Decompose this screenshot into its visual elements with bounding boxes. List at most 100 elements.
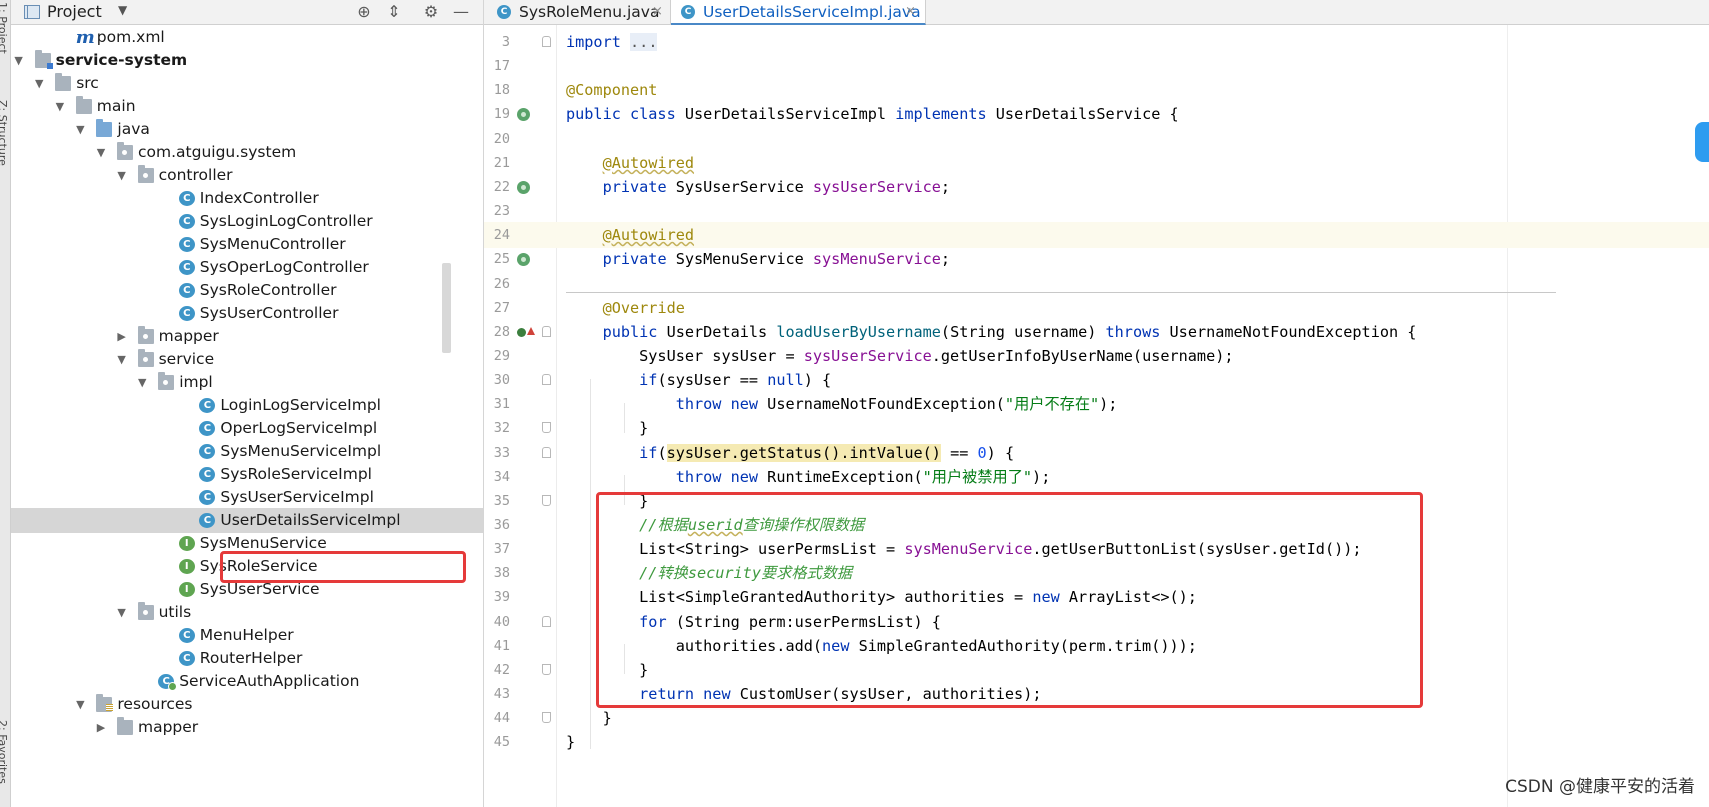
tree-item-impl[interactable]: ▼ impl [11,370,483,395]
locate-icon[interactable]: ⊕ [354,2,374,22]
code-line[interactable]: 29 SysUser sysUser = sysUserService.getU… [484,343,1709,369]
tree-item-routerhelper[interactable]: C RouterHelper [11,646,483,671]
code-line[interactable]: 28 public UserDetails loadUserByUsername… [484,319,1709,345]
code-line[interactable]: 18 @Component [484,77,1709,103]
code-line[interactable]: 21 @Autowired [484,150,1709,176]
tree-item-mapper[interactable]: ▶ mapper [11,715,483,740]
tree-item-sysuserservice[interactable]: I SysUserService [11,577,483,602]
tree-item-resources[interactable]: ▼ resources [11,692,483,717]
tree-item-java[interactable]: ▼ java [11,117,483,142]
code-line[interactable]: 43 return new CustomUser(sysUser, author… [484,681,1709,707]
code-line[interactable]: 31 throw new UsernameNotFoundException("… [484,391,1709,417]
code-line[interactable]: 44 } [484,705,1709,731]
code-line[interactable]: 37 List<String> userPermsList = sysMenuS… [484,536,1709,562]
tree-item-serviceauthapplication[interactable]: C ServiceAuthApplication [11,669,483,694]
gear-icon[interactable]: ⚙ [421,2,441,22]
tree-item-sysuserserviceimpl[interactable]: C SysUserServiceImpl [11,485,483,510]
fold-marker-icon[interactable] [542,36,551,47]
tree-item-com-atguigu-system[interactable]: ▼ com.atguigu.system [11,140,483,165]
tree-item-service[interactable]: ▼ service [11,347,483,372]
code-line[interactable]: 20 [484,126,1709,152]
tree-item-sysloginlogcontroller[interactable]: C SysLoginLogController [11,209,483,234]
tree-item-sysroleserviceimpl[interactable]: C SysRoleServiceImpl [11,462,483,487]
project-scrollbar[interactable] [442,263,451,353]
code-line[interactable]: 32 } [484,415,1709,441]
fold-marker-icon[interactable] [542,422,551,434]
code-line[interactable]: 30 if(sysUser == null) { [484,367,1709,393]
project-tool-tab[interactable]: 1: Project [0,2,10,62]
code-line[interactable]: 23 [484,198,1709,224]
expand-arrow-icon[interactable]: ▼ [115,347,129,372]
code-line[interactable]: 38 //转换security要求格式数据 [484,560,1709,586]
floating-side-tab[interactable] [1695,122,1709,162]
expand-arrow-icon[interactable]: ▼ [135,370,149,395]
tree-item-indexcontroller[interactable]: C IndexController [11,186,483,211]
tree-item-pom-xml[interactable]: m pom.xml [11,25,483,50]
favorites-tool-tab[interactable]: 2: Favorites [0,720,10,800]
code-line[interactable]: 3 import ... [484,29,1709,55]
tree-item-controller[interactable]: ▼ controller [11,163,483,188]
code-line[interactable]: 17 [484,53,1709,79]
spring-bean-gutter-icon[interactable] [517,253,530,267]
code-line[interactable]: 36 //根据userid查询操作权限数据 [484,512,1709,538]
expand-arrow-icon[interactable]: ▼ [53,94,67,119]
code-line[interactable]: 45} [484,729,1709,755]
expand-arrow-icon[interactable]: ▼ [73,692,87,717]
tree-item-operlogserviceimpl[interactable]: C OperLogServiceImpl [11,416,483,441]
fold-marker-icon[interactable] [542,446,551,458]
code-line[interactable]: 33 if(sysUser.getStatus().intValue() == … [484,440,1709,466]
tree-item-sysmenuservice[interactable]: I SysMenuService [11,531,483,556]
tree-item-sysusercontroller[interactable]: C SysUserController [11,301,483,326]
code-line[interactable]: 40 for (String perm:userPermsList) { [484,609,1709,635]
code-line[interactable]: 27 @Override [484,295,1709,321]
code-line[interactable]: 19 public class UserDetailsServiceImpl im… [484,101,1709,127]
expand-arrow-icon[interactable]: ▼ [115,600,129,625]
tree-item-mapper[interactable]: ▶ mapper [11,324,483,349]
close-icon[interactable]: × [905,0,916,24]
tab-userdetailsserviceimpl[interactable]: C UserDetailsServiceImpl.java × [671,0,926,25]
expand-arrow-icon[interactable]: ▼ [115,163,129,188]
fold-marker-icon[interactable] [542,615,551,627]
code-line[interactable]: 25 private SysMenuService sysMenuService… [484,246,1709,272]
code-line[interactable]: 22 private SysUserService sysUserService… [484,174,1709,200]
fold-marker-icon[interactable] [542,494,551,506]
spring-bean-gutter-icon[interactable] [517,180,530,194]
code-line[interactable]: 35 } [484,488,1709,514]
implements-gutter-icon[interactable] [517,326,535,337]
fold-marker-icon[interactable] [542,325,551,337]
tree-item-userdetailsserviceimpl[interactable]: C UserDetailsServiceImpl [11,508,483,533]
code-line[interactable]: 42 } [484,657,1709,683]
chevron-down-icon[interactable]: ▼ [118,3,127,17]
minimize-icon[interactable]: — [451,2,471,22]
structure-tool-tab[interactable]: Z: Structure [0,100,10,180]
spring-bean-gutter-icon[interactable] [517,108,530,122]
tab-sysrolemenu[interactable]: C SysRoleMenu.java × [484,0,671,24]
expand-arrow-icon[interactable]: ▼ [12,48,26,73]
tree-item-sysmenuserviceimpl[interactable]: C SysMenuServiceImpl [11,439,483,464]
tree-item-loginlogserviceimpl[interactable]: C LoginLogServiceImpl [11,393,483,418]
fold-marker-icon[interactable] [542,374,551,386]
tree-item-sysoperlogcontroller[interactable]: C SysOperLogController [11,255,483,280]
tree-item-sysrolecontroller[interactable]: C SysRoleController [11,278,483,303]
code-line[interactable]: 24 @Autowired [484,222,1709,249]
close-icon[interactable]: × [652,0,663,24]
project-panel-title[interactable]: Project [47,2,102,21]
tree-item-sysmenucontroller[interactable]: C SysMenuController [11,232,483,257]
collapse-arrow-icon[interactable]: ▶ [115,324,129,349]
tree-item-src[interactable]: ▼ src [11,71,483,96]
tree-item-main[interactable]: ▼ main [11,94,483,119]
code-line[interactable]: 34 throw new RuntimeException("用户被禁用了"); [484,464,1709,490]
expand-arrow-icon[interactable]: ▼ [73,117,87,142]
tree-item-sysroleservice[interactable]: I SysRoleService [11,554,483,579]
tree-item-menuhelper[interactable]: C MenuHelper [11,623,483,648]
tree-item-utils[interactable]: ▼ utils [11,600,483,625]
code-area[interactable]: 3 import ... 17 18 @Component 19 public class … [484,25,1709,807]
code-line[interactable]: 41 authorities.add(new SimpleGrantedAuth… [484,633,1709,659]
collapse-arrow-icon[interactable]: ▶ [94,715,108,740]
expand-arrow-icon[interactable]: ▼ [94,140,108,165]
fold-marker-icon[interactable] [542,712,551,724]
code-line[interactable]: 39 List<SimpleGrantedAuthority> authorit… [484,584,1709,610]
fold-marker-icon[interactable] [542,663,551,675]
expand-arrow-icon[interactable]: ▼ [32,71,46,96]
tree-item-service-system[interactable]: ▼ service-system [11,48,483,73]
